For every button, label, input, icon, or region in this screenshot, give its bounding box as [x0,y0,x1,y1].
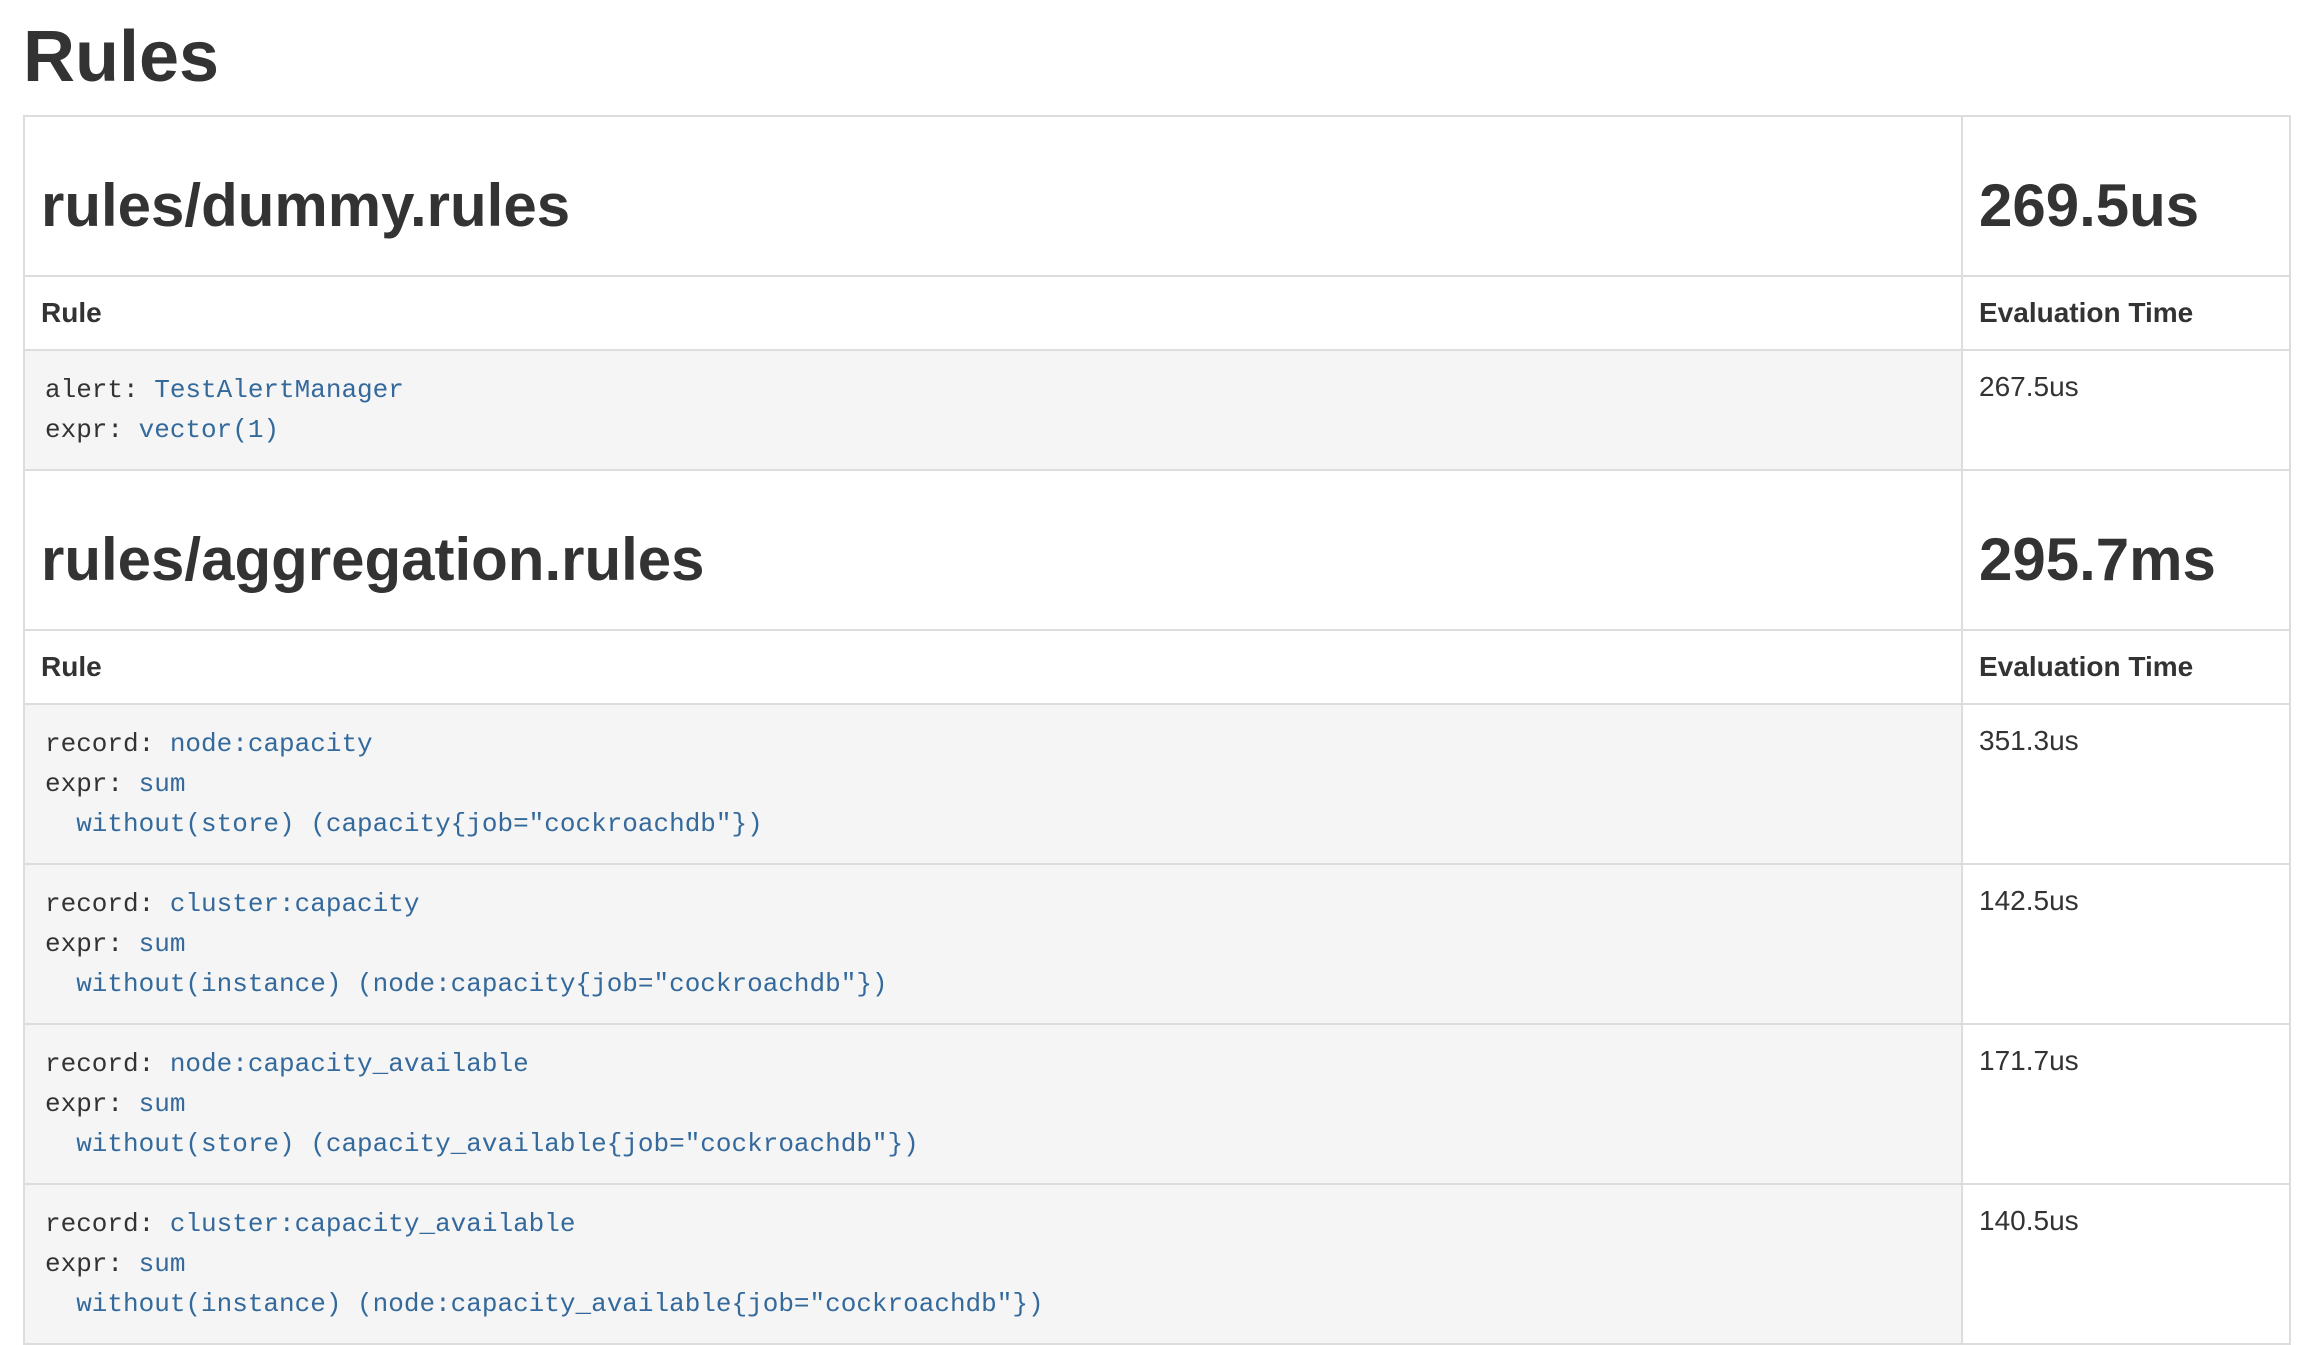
alert-name-link[interactable]: TestAlertManager [154,375,404,405]
rule-code: record: node:capacity_available expr: su… [25,1025,1961,1183]
expression-link[interactable]: sum without(store) (capacity{job="cockro… [45,769,763,839]
expression-link[interactable]: sum without(instance) (node:capacity{job… [45,929,888,999]
rule-cell: record: cluster:capacity expr: sum witho… [24,864,1962,1024]
rule-code: record: cluster:capacity_available expr:… [25,1185,1961,1343]
rule-row: record: cluster:capacity_available expr:… [24,1184,2290,1344]
rule-key-alert: alert: [45,375,154,405]
rule-group-name: rules/aggregation.rules [41,527,1945,593]
rule-group-evaluation-time: 295.7ms [1979,527,2273,593]
group-evaluation-time-cell: 269.5us [1962,116,2290,276]
rule-group-evaluation-time: 269.5us [1979,173,2273,239]
rule-cell: record: cluster:capacity_available expr:… [24,1184,1962,1344]
column-header-row: Rule Evaluation Time [24,630,2290,704]
rule-cell: alert: TestAlertManager expr: vector(1) [24,350,1962,470]
rule-row: record: node:capacity expr: sum without(… [24,704,2290,864]
rule-key-record: record: [45,889,170,919]
evaluation-time-cell: 267.5us [1962,350,2290,470]
rule-code: record: cluster:capacity expr: sum witho… [25,865,1961,1023]
evaluation-time-cell: 142.5us [1962,864,2290,1024]
record-name-link[interactable]: cluster:capacity_available [170,1209,576,1239]
rule-key-expr: expr: [45,1249,139,1279]
evaluation-time-column-header: Evaluation Time [1962,276,2290,350]
rule-group-header-row: rules/dummy.rules 269.5us [24,116,2290,276]
rule-cell: record: node:capacity expr: sum without(… [24,704,1962,864]
group-evaluation-time-cell: 295.7ms [1962,470,2290,630]
rule-key-expr: expr: [45,415,139,445]
page-container: Rules rules/dummy.rules 269.5us Rule Eva… [0,18,2316,1345]
evaluation-time-cell: 351.3us [1962,704,2290,864]
rule-row: record: node:capacity_available expr: su… [24,1024,2290,1184]
evaluation-time-column-header: Evaluation Time [1962,630,2290,704]
expression-link[interactable]: sum without(instance) (node:capacity_ava… [45,1249,1044,1319]
group-name-cell: rules/aggregation.rules [24,470,1962,630]
record-name-link[interactable]: cluster:capacity [170,889,420,919]
column-header-row: Rule Evaluation Time [24,276,2290,350]
rule-key-record: record: [45,1049,170,1079]
rule-group-header-row: rules/aggregation.rules 295.7ms [24,470,2290,630]
rule-key-expr: expr: [45,1089,139,1119]
rule-cell: record: node:capacity_available expr: su… [24,1024,1962,1184]
page-title: Rules [23,18,2291,97]
expression-link[interactable]: sum without(store) (capacity_available{j… [45,1089,919,1159]
rule-code: record: node:capacity expr: sum without(… [25,705,1961,863]
rule-row: alert: TestAlertManager expr: vector(1) … [24,350,2290,470]
rule-row: record: cluster:capacity expr: sum witho… [24,864,2290,1024]
rule-key-record: record: [45,1209,170,1239]
rule-code: alert: TestAlertManager expr: vector(1) [25,351,1961,469]
rule-group-name: rules/dummy.rules [41,173,1945,239]
evaluation-time-cell: 171.7us [1962,1024,2290,1184]
rule-column-header: Rule [24,630,1962,704]
rule-key-record: record: [45,729,170,759]
record-name-link[interactable]: node:capacity_available [170,1049,529,1079]
rule-column-header: Rule [24,276,1962,350]
evaluation-time-cell: 140.5us [1962,1184,2290,1344]
record-name-link[interactable]: node:capacity [170,729,373,759]
rules-table: rules/dummy.rules 269.5us Rule Evaluatio… [23,115,2291,1345]
expression-link[interactable]: vector(1) [139,415,279,445]
group-name-cell: rules/dummy.rules [24,116,1962,276]
rule-key-expr: expr: [45,929,139,959]
rule-key-expr: expr: [45,769,139,799]
